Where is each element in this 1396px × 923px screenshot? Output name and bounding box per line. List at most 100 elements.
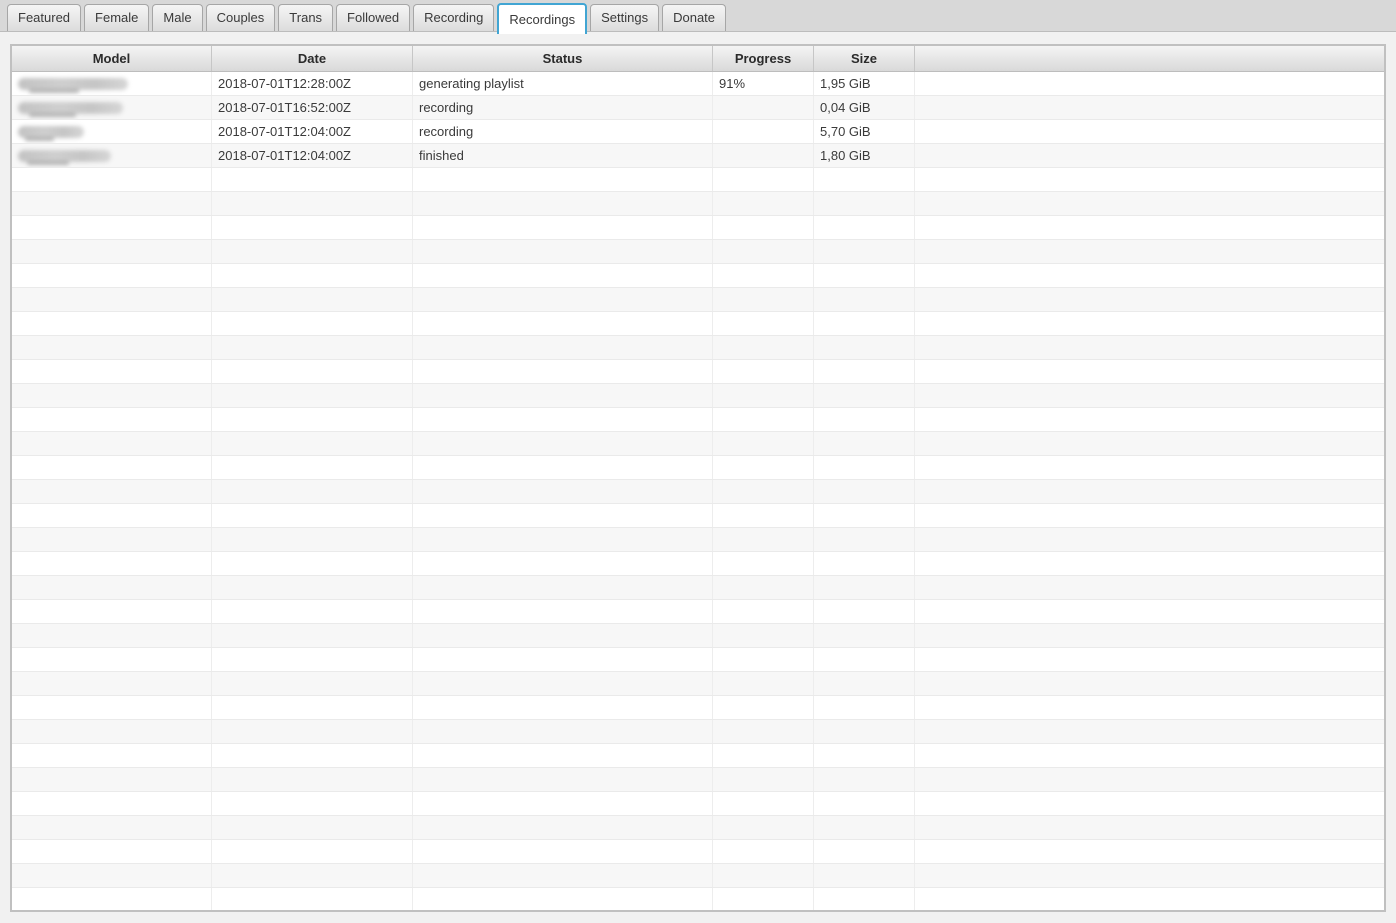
- empty-cell: [713, 792, 814, 816]
- model-cell: [12, 144, 212, 168]
- table-row-empty: [12, 240, 1384, 264]
- empty-cell: [713, 384, 814, 408]
- empty-cell: [713, 864, 814, 888]
- empty-cell: [915, 744, 1385, 768]
- progress-cell: [713, 96, 814, 120]
- tab-male[interactable]: Male: [152, 4, 202, 31]
- tab-female[interactable]: Female: [84, 4, 149, 31]
- table-row[interactable]: 2018-07-01T16:52:00Zrecording0,04 GiB: [12, 96, 1384, 120]
- tab-trans[interactable]: Trans: [278, 4, 333, 31]
- empty-cell: [12, 600, 212, 624]
- table-row-empty: [12, 792, 1384, 816]
- empty-cell: [413, 264, 713, 288]
- table-header-row: ModelDateStatusProgressSize: [12, 46, 1384, 72]
- empty-cell: [915, 216, 1385, 240]
- empty-cell: [413, 888, 713, 912]
- empty-cell: [212, 312, 413, 336]
- empty-cell: [12, 264, 212, 288]
- empty-cell: [915, 672, 1385, 696]
- date-cell: 2018-07-01T12:04:00Z: [212, 120, 413, 144]
- empty-cell: [212, 336, 413, 360]
- empty-cell: [915, 864, 1385, 888]
- table-row-empty: [12, 528, 1384, 552]
- empty-cell: [915, 312, 1385, 336]
- empty-cell: [713, 552, 814, 576]
- empty-cell: [413, 312, 713, 336]
- empty-cell: [212, 216, 413, 240]
- empty-cell: [713, 504, 814, 528]
- empty-cell: [413, 840, 713, 864]
- table-row[interactable]: 2018-07-01T12:28:00Zgenerating playlist9…: [12, 72, 1384, 96]
- empty-cell: [713, 432, 814, 456]
- recordings-table-frame: ModelDateStatusProgressSize 2018-07-01T1…: [10, 44, 1386, 912]
- table-row[interactable]: 2018-07-01T12:04:00Zrecording5,70 GiB: [12, 120, 1384, 144]
- empty-cell: [413, 480, 713, 504]
- empty-cell: [713, 672, 814, 696]
- empty-cell: [814, 240, 915, 264]
- empty-cell: [713, 336, 814, 360]
- empty-cell: [212, 864, 413, 888]
- column-header-blank[interactable]: [915, 46, 1385, 72]
- tab-featured[interactable]: Featured: [7, 4, 81, 31]
- empty-cell: [713, 648, 814, 672]
- empty-cell: [713, 264, 814, 288]
- empty-cell: [814, 648, 915, 672]
- empty-cell: [12, 624, 212, 648]
- empty-cell: [814, 816, 915, 840]
- empty-cell: [814, 744, 915, 768]
- empty-cell: [212, 792, 413, 816]
- column-header-size[interactable]: Size: [814, 46, 915, 72]
- empty-cell: [212, 720, 413, 744]
- empty-cell: [713, 624, 814, 648]
- tab-donate[interactable]: Donate: [662, 4, 726, 31]
- empty-cell: [814, 456, 915, 480]
- empty-cell: [12, 216, 212, 240]
- empty-cell: [212, 744, 413, 768]
- empty-cell: [915, 264, 1385, 288]
- table-row-empty: [12, 360, 1384, 384]
- table-row-empty: [12, 720, 1384, 744]
- tab-followed[interactable]: Followed: [336, 4, 410, 31]
- empty-cell: [12, 840, 212, 864]
- table-row-empty: [12, 408, 1384, 432]
- column-header-progress[interactable]: Progress: [713, 46, 814, 72]
- tab-couples[interactable]: Couples: [206, 4, 276, 31]
- empty-cell: [413, 384, 713, 408]
- model-cell: [12, 96, 212, 120]
- empty-cell: [915, 336, 1385, 360]
- empty-cell: [915, 504, 1385, 528]
- empty-cell: [713, 720, 814, 744]
- empty-cell: [12, 360, 212, 384]
- empty-cell: [12, 696, 212, 720]
- size-cell: 1,95 GiB: [814, 72, 915, 96]
- empty-cell: [12, 432, 212, 456]
- empty-cell: [915, 168, 1385, 192]
- tab-recordings[interactable]: Recordings: [497, 3, 587, 34]
- spacer-cell: [915, 96, 1385, 120]
- empty-cell: [212, 624, 413, 648]
- empty-cell: [915, 552, 1385, 576]
- tab-recording[interactable]: Recording: [413, 4, 494, 31]
- empty-cell: [713, 888, 814, 912]
- empty-cell: [814, 888, 915, 912]
- table-body: 2018-07-01T12:28:00Zgenerating playlist9…: [12, 72, 1384, 912]
- empty-cell: [413, 288, 713, 312]
- table-row-empty: [12, 864, 1384, 888]
- tab-settings[interactable]: Settings: [590, 4, 659, 31]
- table-row-empty: [12, 840, 1384, 864]
- empty-cell: [814, 264, 915, 288]
- table-row[interactable]: 2018-07-01T12:04:00Zfinished1,80 GiB: [12, 144, 1384, 168]
- table-row-empty: [12, 744, 1384, 768]
- column-header-date[interactable]: Date: [212, 46, 413, 72]
- empty-cell: [915, 840, 1385, 864]
- column-header-status[interactable]: Status: [413, 46, 713, 72]
- empty-cell: [713, 240, 814, 264]
- empty-cell: [212, 504, 413, 528]
- size-cell: 1,80 GiB: [814, 144, 915, 168]
- redacted-model-name: [18, 78, 128, 90]
- empty-cell: [713, 528, 814, 552]
- column-header-model[interactable]: Model: [12, 46, 212, 72]
- empty-cell: [212, 240, 413, 264]
- table-row-empty: [12, 384, 1384, 408]
- empty-cell: [12, 552, 212, 576]
